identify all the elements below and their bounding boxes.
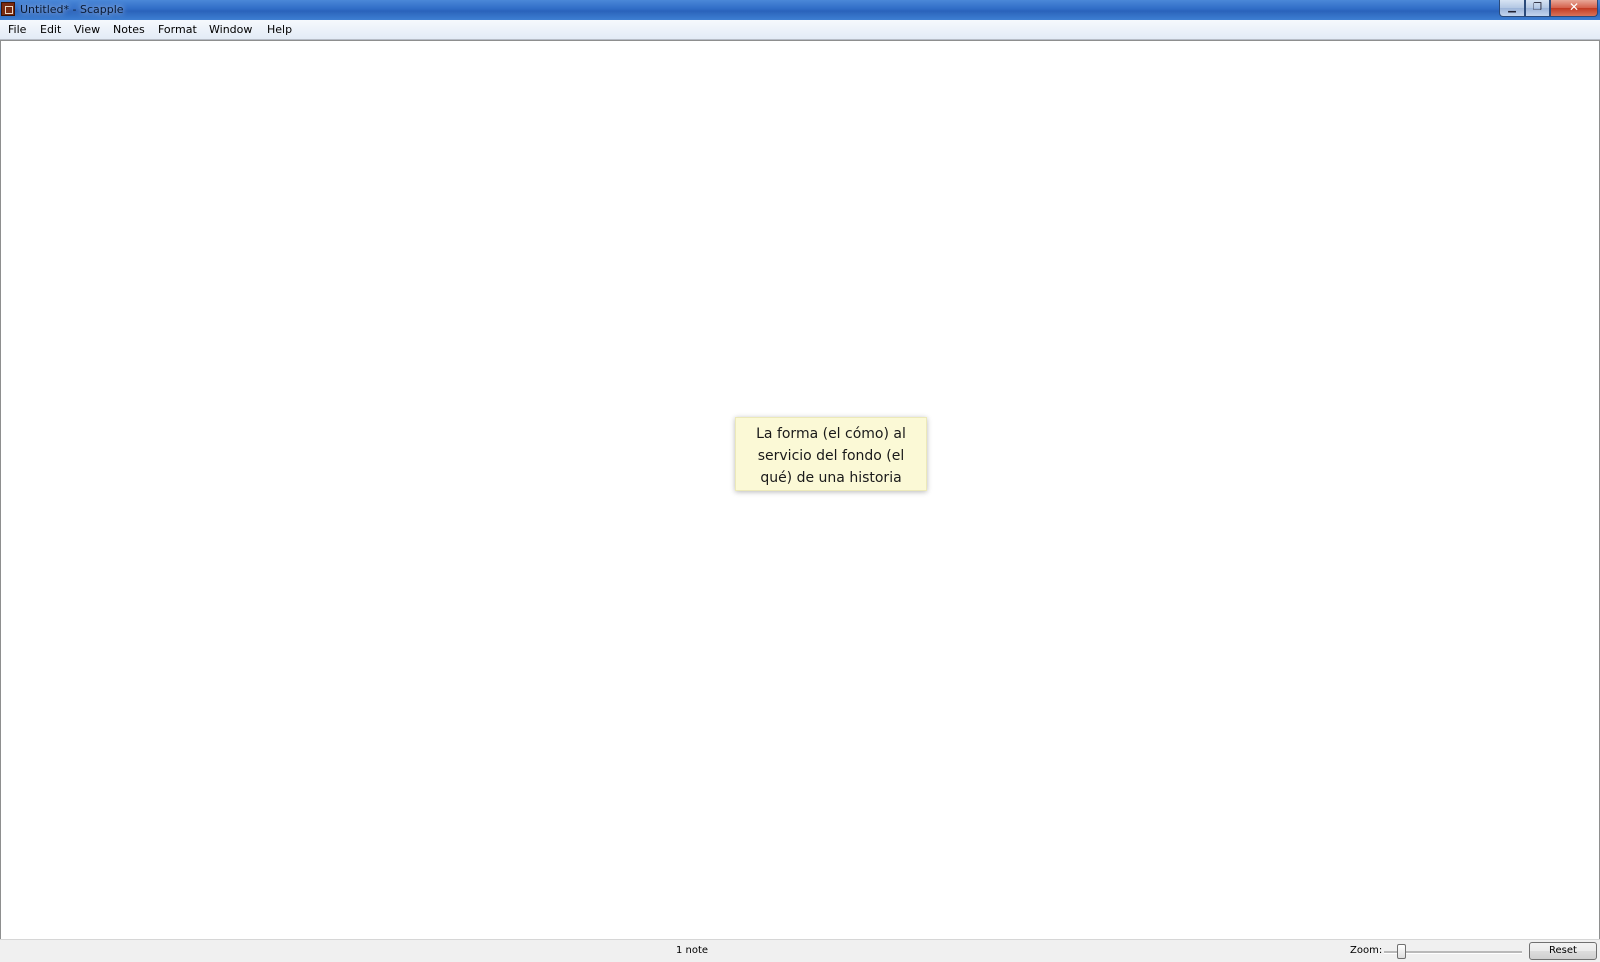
menu-window[interactable]: Window xyxy=(209,23,252,36)
note-text-line: qué) de una historia xyxy=(760,470,902,486)
scapple-canvas[interactable]: La forma (el cómo) al servicio del fondo… xyxy=(0,40,1600,939)
maximize-button[interactable]: ❐ xyxy=(1525,0,1550,17)
menu-edit[interactable]: Edit xyxy=(40,23,61,36)
minimize-button[interactable]: ▁ xyxy=(1499,0,1525,17)
note-text-line: La forma (el cómo) al xyxy=(756,426,906,442)
window-title: Untitled* - Scapple xyxy=(20,3,124,16)
app-window: Untitled* - Scapple ▁ ❐ ✕ File Edit View… xyxy=(0,0,1600,962)
menu-help[interactable]: Help xyxy=(267,23,292,36)
note-card[interactable]: La forma (el cómo) al servicio del fondo… xyxy=(735,417,927,491)
zoom-label: Zoom: xyxy=(1350,945,1383,956)
note-text-line: servicio del fondo (el xyxy=(757,448,905,464)
note-count-label: 1 note xyxy=(676,945,709,956)
zoom-slider-thumb[interactable] xyxy=(1397,944,1406,959)
menu-bar: File Edit View Notes Format Window Help xyxy=(0,20,1600,40)
zoom-reset-button[interactable]: Reset xyxy=(1529,942,1597,960)
menu-format[interactable]: Format xyxy=(158,23,197,36)
title-bar[interactable]: Untitled* - Scapple ▁ ❐ ✕ xyxy=(0,0,1600,20)
status-bar: 1 note Zoom: Reset xyxy=(0,939,1600,962)
close-button[interactable]: ✕ xyxy=(1550,0,1598,17)
menu-notes[interactable]: Notes xyxy=(113,23,145,36)
scapple-app-icon[interactable] xyxy=(1,2,15,16)
menu-file[interactable]: File xyxy=(8,23,26,36)
menu-view[interactable]: View xyxy=(74,23,100,36)
